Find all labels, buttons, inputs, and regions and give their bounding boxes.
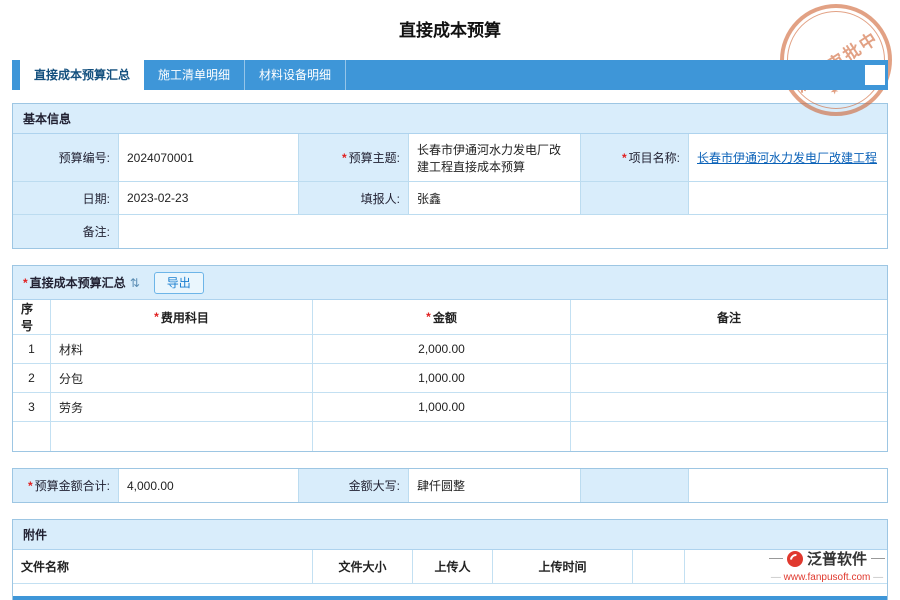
amount-words-value: 肆仟圆整 (409, 469, 581, 502)
row-remark (571, 335, 887, 364)
budget-no-label: 预算编号: (13, 134, 119, 182)
totals-strip: *预算金额合计: 4,000.00 金额大写: 肆仟圆整 (12, 468, 888, 503)
subject-value: 长春市伊通河水力发电厂改建工程直接成本预算 (409, 134, 581, 182)
row-no: 2 (13, 364, 51, 393)
remark-label: 备注: (13, 215, 119, 248)
reporter-value: 张鑫 (409, 182, 581, 215)
empty-row-cell (13, 422, 51, 451)
empty-value-cell (689, 469, 887, 502)
empty-header-cell (633, 550, 685, 584)
row-item: 劳务 (51, 393, 313, 422)
row-item: 材料 (51, 335, 313, 364)
tab-construction-list-detail[interactable]: 施工清单明细 (144, 60, 245, 90)
tabbar-corner-button[interactable] (865, 65, 885, 85)
row-amount: 2,000.00 (313, 335, 571, 364)
total-value: 4,000.00 (119, 469, 299, 502)
row-amount: 1,000.00 (313, 393, 571, 422)
fanpu-logo-text: 泛普软件 (807, 548, 867, 569)
required-icon: * (23, 276, 28, 290)
export-button[interactable]: 导出 (154, 272, 204, 294)
row-amount: 1,000.00 (313, 364, 571, 393)
reporter-label: 填报人: (299, 182, 409, 215)
row-remark (571, 364, 887, 393)
summary-header: * 直接成本预算汇总 ⇅ 导出 (13, 266, 887, 300)
date-value: 2023-02-23 (119, 182, 299, 215)
col-header-uploader: 上传人 (413, 550, 493, 584)
empty-label-cell (581, 182, 689, 215)
project-link[interactable]: 长春市伊通河水力发电厂改建工程 (697, 149, 877, 166)
page-title: 直接成本预算 (0, 0, 900, 41)
col-header-uploadtime: 上传时间 (493, 550, 633, 584)
remark-value (119, 215, 887, 248)
tab-bar: 直接成本预算汇总 施工清单明细 材料设备明细 (12, 60, 888, 90)
attachments-section: 附件 文件名称 文件大小 上传人 上传时间 (12, 519, 888, 600)
basic-info-title: 基本信息 (13, 104, 887, 134)
empty-row-cell (313, 422, 571, 451)
amount-words-label: 金额大写: (299, 469, 409, 502)
attachments-spacer (13, 584, 887, 596)
required-icon: * (426, 310, 431, 324)
required-icon: * (28, 479, 33, 493)
row-remark (571, 393, 887, 422)
tab-material-equipment-detail[interactable]: 材料设备明细 (245, 60, 346, 90)
sort-icon[interactable]: ⇅ (130, 276, 140, 290)
col-header-no: 序号 (13, 300, 51, 335)
date-label: 日期: (13, 182, 119, 215)
page: 直接成本预算 流程审批中 ★ ★ ★ 直接成本预算汇总 施工清单明细 材料设备明… (0, 0, 900, 600)
bottom-toolbar (13, 596, 887, 600)
project-value: 长春市伊通河水力发电厂改建工程 (689, 134, 887, 182)
basic-info-section: 基本信息 预算编号: 2024070001 *预算主题: 长春市伊通河水力发电厂… (12, 103, 888, 249)
basic-info-grid: 预算编号: 2024070001 *预算主题: 长春市伊通河水力发电厂改建工程直… (13, 134, 887, 248)
fanpu-logo-icon (787, 551, 803, 567)
subject-label: *预算主题: (299, 134, 409, 182)
fanpu-watermark: 泛普软件 www.fanpusoft.com (762, 548, 892, 583)
summary-title: 直接成本预算汇总 (30, 274, 126, 291)
col-header-amount: *金额 (313, 300, 571, 335)
totals-grid: *预算金额合计: 4,000.00 金额大写: 肆仟圆整 (13, 469, 887, 502)
row-item: 分包 (51, 364, 313, 393)
col-header-filename: 文件名称 (13, 550, 313, 584)
tab-direct-cost-summary[interactable]: 直接成本预算汇总 (20, 60, 144, 90)
col-header-item: *费用科目 (51, 300, 313, 335)
col-header-filesize: 文件大小 (313, 550, 413, 584)
summary-section: * 直接成本预算汇总 ⇅ 导出 序号 *费用科目 *金额 备注 1 材料 2,0… (12, 265, 888, 452)
required-icon: * (342, 151, 347, 165)
fanpu-url: www.fanpusoft.com (762, 572, 892, 583)
required-icon: * (154, 310, 159, 324)
budget-no-value: 2024070001 (119, 134, 299, 182)
project-label: *项目名称: (581, 134, 689, 182)
total-label: *预算金额合计: (13, 469, 119, 502)
required-icon: * (622, 151, 627, 165)
empty-row-cell (51, 422, 313, 451)
empty-value-cell (689, 182, 887, 215)
col-header-remark: 备注 (571, 300, 887, 335)
row-no: 1 (13, 335, 51, 364)
attachments-title: 附件 (13, 520, 887, 550)
empty-row-cell (571, 422, 887, 451)
summary-table: 序号 *费用科目 *金额 备注 1 材料 2,000.00 2 分包 1,000… (13, 300, 887, 451)
row-no: 3 (13, 393, 51, 422)
attachments-table: 文件名称 文件大小 上传人 上传时间 (13, 550, 887, 584)
empty-label-cell (581, 469, 689, 502)
